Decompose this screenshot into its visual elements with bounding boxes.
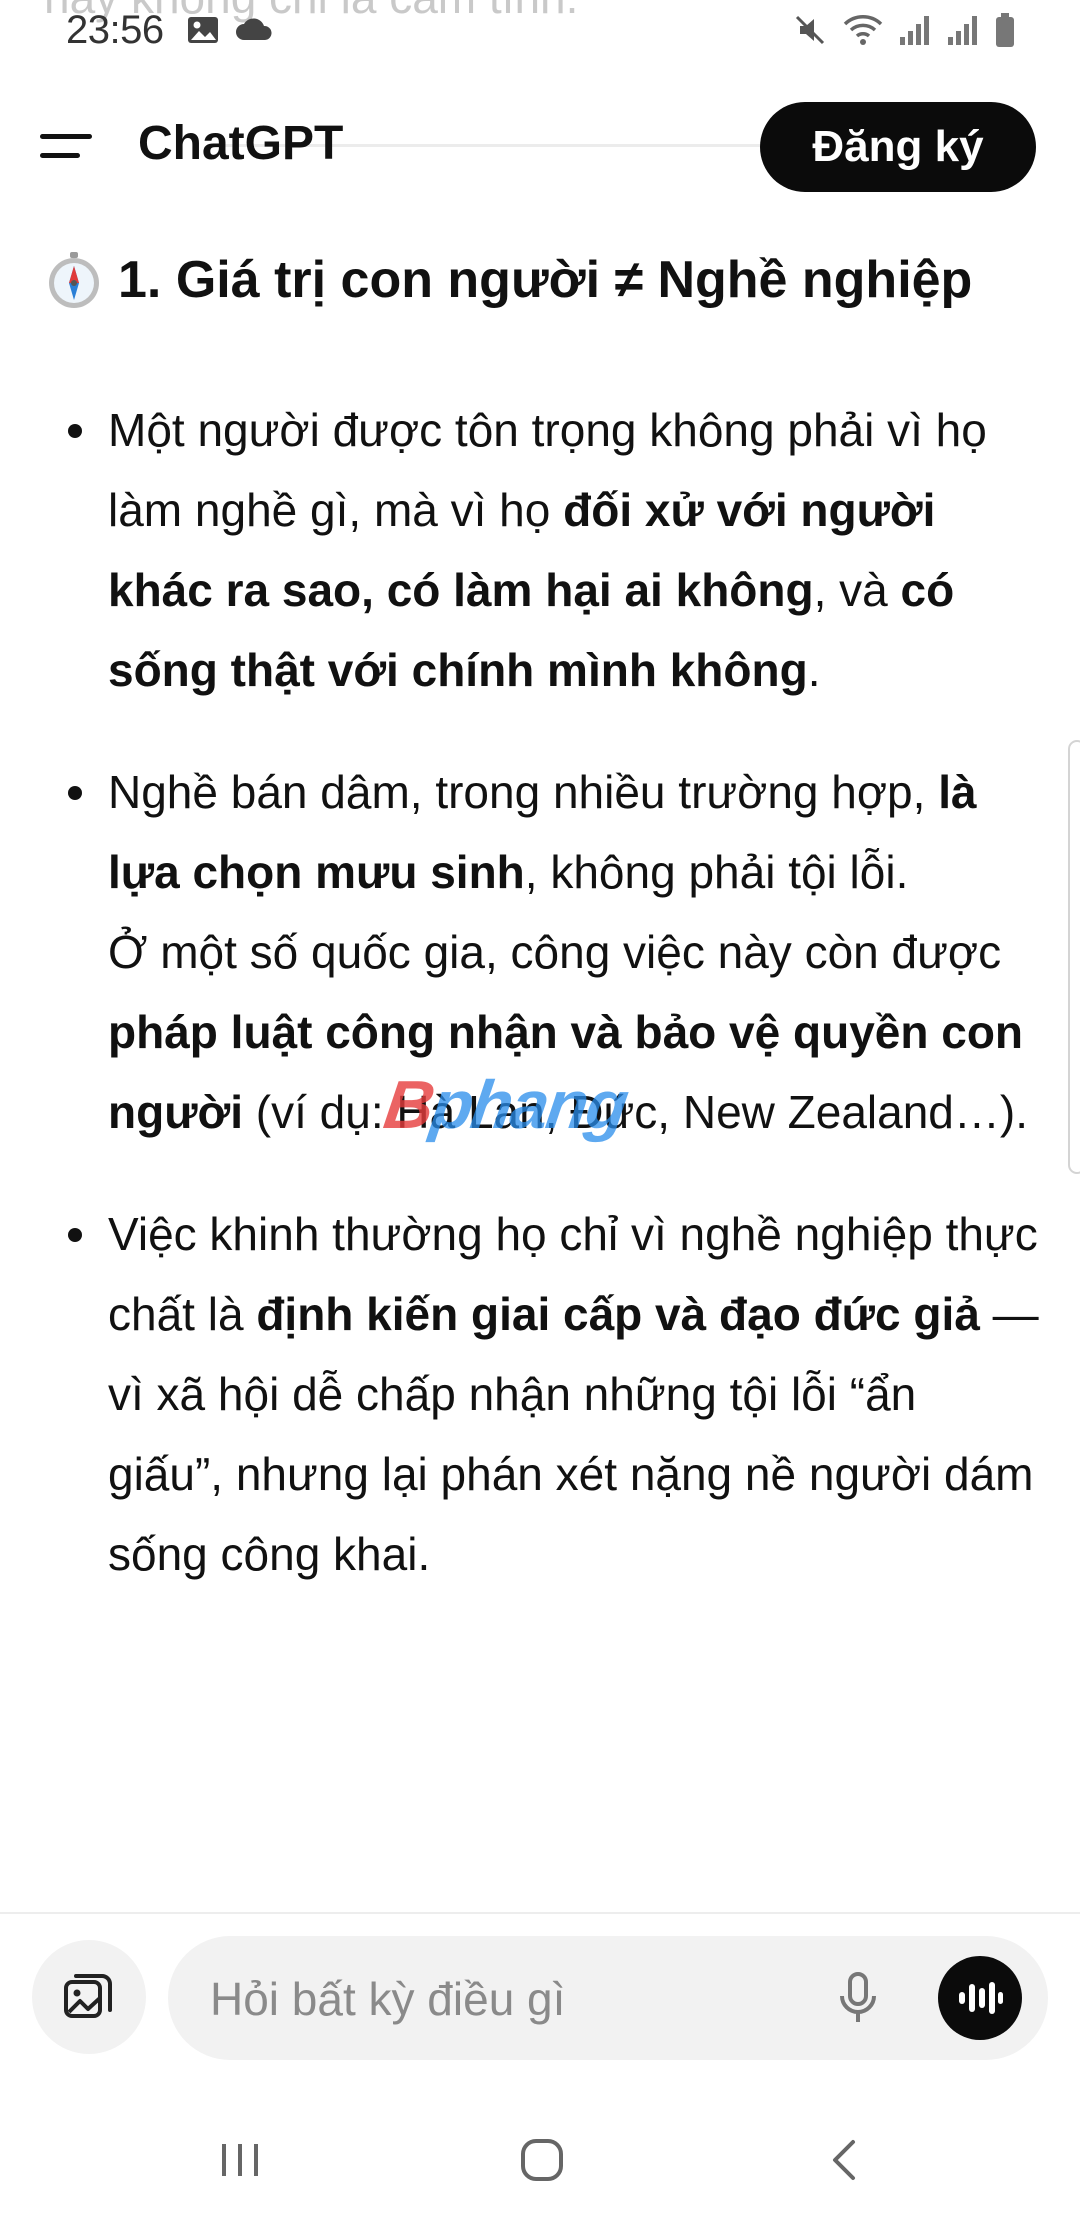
watermark-logo: Bphang	[380, 1066, 632, 1144]
bullet-bold-text: định kiến giai cấp và đạo đức giả	[256, 1288, 980, 1340]
status-left-icons	[186, 14, 274, 46]
cloud-icon	[236, 18, 272, 40]
home-icon	[521, 2139, 563, 2181]
back-icon	[833, 2140, 855, 2180]
bullet-text: Ở một số quốc gia, công việc này còn đượ…	[108, 926, 1002, 978]
recent-apps-button[interactable]	[200, 2130, 280, 2190]
bullet-text: Nghề bán dâm, trong nhiều trường hợp,	[108, 766, 939, 818]
image-icon	[188, 17, 218, 43]
message-input[interactable]: Hỏi bất kỳ điều gì	[168, 1936, 1048, 2060]
audio-wave-icon	[959, 1982, 1003, 2014]
wifi-icon	[843, 15, 883, 45]
list-item: Một người được tôn trọng không phải vì h…	[0, 390, 1080, 710]
bullet-text: .	[807, 644, 821, 696]
status-bar: 23:56	[0, 0, 1080, 62]
watermark-text: phang	[426, 1067, 632, 1143]
recent-apps-icon	[222, 2144, 258, 2176]
back-button[interactable]	[804, 2130, 884, 2190]
bullet-list: Một người được tôn trọng không phải vì h…	[0, 390, 1080, 1636]
status-right-icons	[792, 12, 1016, 48]
chat-screen: này không chỉ là cảm tính. 23:56	[0, 0, 1080, 2220]
status-time: 23:56	[66, 8, 164, 52]
message-input-placeholder: Hỏi bất kỳ điều gì	[210, 1973, 566, 2025]
bullet-text: (ví dụ: Hà Lan, Đức, New Zealand…).	[243, 1086, 1028, 1138]
attach-image-button[interactable]	[32, 1940, 146, 2054]
battery-icon	[996, 13, 1014, 47]
mute-icon	[795, 15, 825, 45]
menu-button[interactable]	[40, 118, 100, 174]
scroll-handle[interactable]	[1068, 740, 1080, 1174]
microphone-button[interactable]	[828, 1966, 888, 2030]
app-title: ChatGPT	[138, 117, 344, 170]
menu-icon-bar	[40, 134, 92, 139]
microphone-icon	[840, 1972, 876, 2022]
voice-mode-button[interactable]	[938, 1956, 1022, 2040]
composer-divider	[0, 1912, 1080, 1914]
signal-icon	[900, 16, 929, 45]
signup-button[interactable]: Đăng ký	[760, 102, 1036, 192]
list-item: Việc khinh thường họ chỉ vì nghề nghiệp …	[0, 1194, 1080, 1594]
attach-image-icon	[64, 1974, 112, 2018]
compass-icon	[49, 252, 99, 308]
section-heading-text: 1. Giá trị con người ≠ Nghề nghiệp	[118, 251, 973, 309]
signal-icon	[948, 16, 977, 45]
system-nav-bar	[0, 2100, 1080, 2220]
menu-icon-bar	[40, 153, 80, 158]
bullet-text: , không phải tội lỗi.	[524, 846, 909, 898]
section-heading: 1. Giá trị con người ≠ Nghề nghiệp	[44, 250, 1054, 310]
home-button[interactable]	[502, 2130, 582, 2190]
bullet-text: , và	[813, 564, 901, 616]
